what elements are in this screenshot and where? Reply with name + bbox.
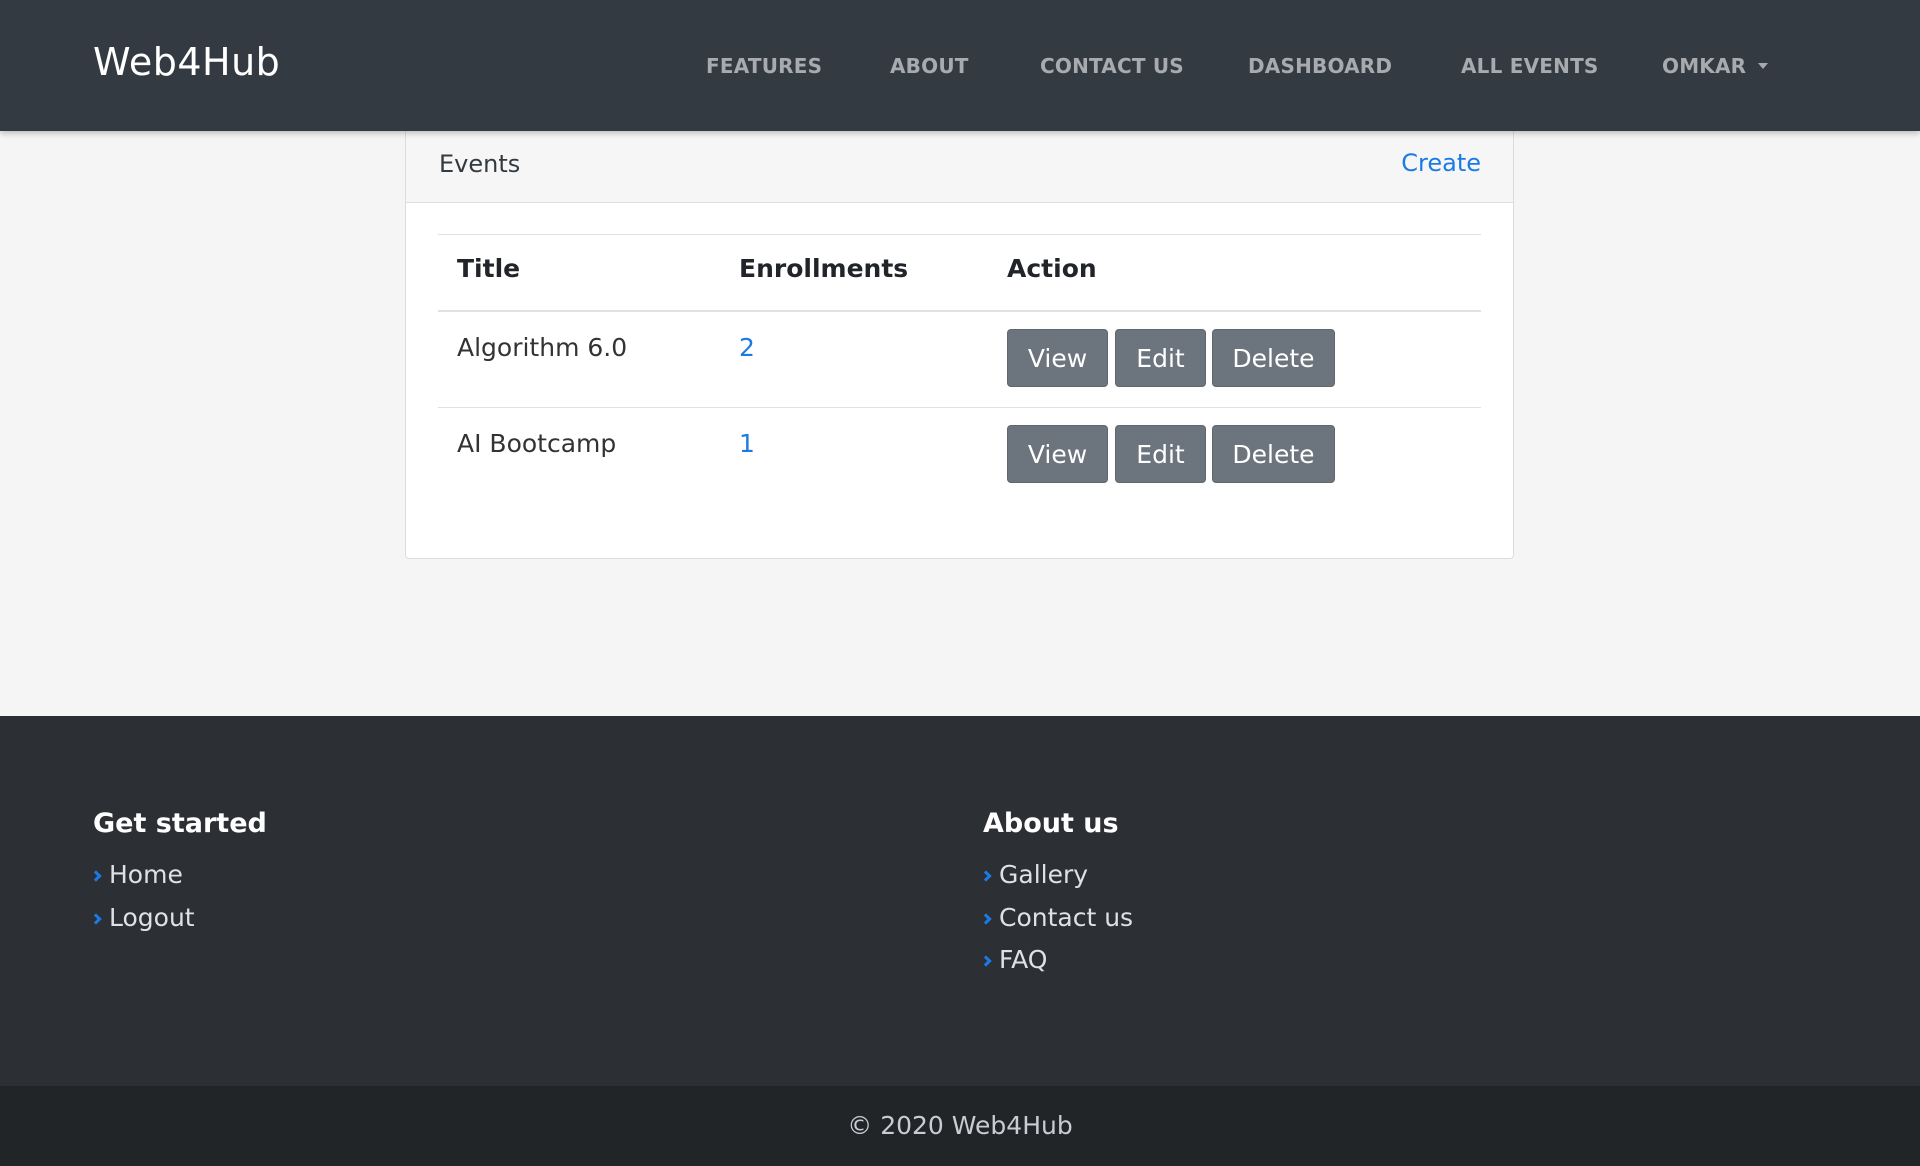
nav-contact-us[interactable]: CONTACT US	[1040, 54, 1184, 78]
footer-link-logout[interactable]: Logout	[109, 903, 195, 932]
table-header-row: Title Enrollments Action	[438, 235, 1481, 312]
nav-about[interactable]: ABOUT	[890, 54, 969, 78]
chevron-right-icon	[90, 870, 102, 882]
footer-links-about-us: Gallery Contact us FAQ	[980, 860, 1133, 988]
brand-logo[interactable]: Web4Hub	[93, 40, 280, 84]
top-navbar: Web4Hub FEATURES ABOUT CONTACT US DASHBO…	[0, 0, 1920, 131]
chevron-right-icon	[980, 955, 992, 967]
events-card: Events Create Title Enrollments Action A…	[405, 131, 1514, 559]
user-menu-dropdown[interactable]: OMKAR	[1662, 54, 1769, 78]
delete-button[interactable]: Delete	[1212, 329, 1335, 387]
user-name: OMKAR	[1662, 54, 1747, 78]
site-footer: Get started Home Logout About us Gallery…	[0, 716, 1920, 1086]
table-row: AI Bootcamp 1 View Edit Delete	[438, 408, 1481, 503]
caret-down-icon	[1758, 63, 1769, 69]
nav-dashboard[interactable]: DASHBOARD	[1248, 54, 1392, 78]
create-event-link[interactable]: Create	[1401, 149, 1481, 177]
events-table: Title Enrollments Action Algorithm 6.0 2…	[438, 234, 1481, 503]
footer-link-contact-us[interactable]: Contact us	[999, 903, 1133, 932]
list-item: Contact us	[980, 903, 1133, 946]
list-item: Home	[90, 860, 195, 903]
list-item: Gallery	[980, 860, 1133, 903]
footer-heading-get-started: Get started	[93, 808, 267, 839]
view-button[interactable]: View	[1007, 425, 1108, 483]
chevron-right-icon	[980, 870, 992, 882]
footer-link-home[interactable]: Home	[109, 860, 183, 889]
events-card-header: Events Create	[406, 131, 1513, 203]
view-button[interactable]: View	[1007, 329, 1108, 387]
nav-all-events[interactable]: ALL EVENTS	[1461, 54, 1599, 78]
list-item: FAQ	[980, 945, 1133, 988]
delete-button[interactable]: Delete	[1212, 425, 1335, 483]
event-title: Algorithm 6.0	[457, 333, 628, 362]
events-card-title: Events	[439, 150, 521, 178]
column-header-title: Title	[457, 254, 521, 283]
event-title: AI Bootcamp	[457, 429, 617, 458]
enrollments-link[interactable]: 1	[739, 429, 755, 458]
table-row: Algorithm 6.0 2 View Edit Delete	[438, 312, 1481, 408]
chevron-right-icon	[90, 912, 102, 925]
edit-button[interactable]: Edit	[1115, 329, 1206, 387]
footer-link-faq[interactable]: FAQ	[999, 945, 1047, 974]
chevron-right-icon	[980, 912, 992, 925]
edit-button[interactable]: Edit	[1115, 425, 1206, 483]
column-header-enrollments: Enrollments	[739, 254, 909, 283]
list-item: Logout	[90, 903, 195, 946]
copyright-bar: © 2020 Web4Hub	[0, 1086, 1920, 1166]
footer-link-gallery[interactable]: Gallery	[999, 860, 1088, 889]
column-header-action: Action	[1007, 254, 1097, 283]
footer-heading-about-us: About us	[983, 808, 1119, 839]
nav-features[interactable]: FEATURES	[706, 54, 822, 78]
footer-links-get-started: Home Logout	[90, 860, 195, 946]
enrollments-link[interactable]: 2	[739, 333, 755, 362]
